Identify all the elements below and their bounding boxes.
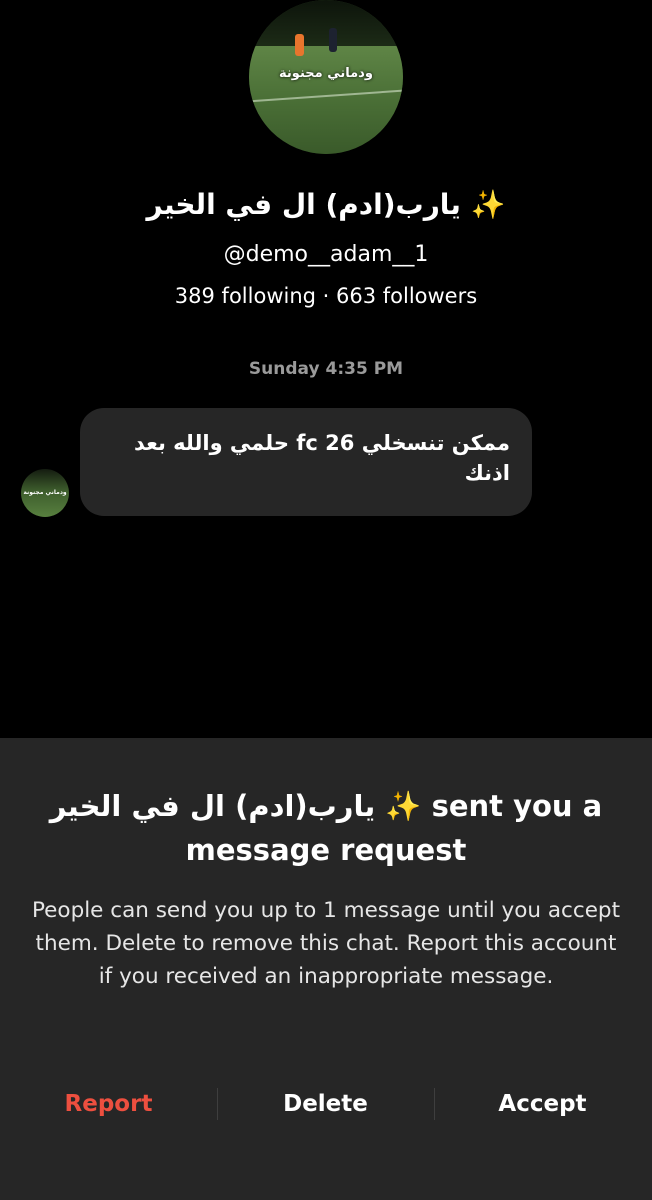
sender-avatar-overlay-text: ودماني مجنونة — [23, 489, 67, 496]
profile-username[interactable]: @demo__adam__1 — [0, 242, 652, 267]
profile-display-name: يارب(ادم) ال في الخير ✨ — [146, 188, 506, 221]
delete-button[interactable]: Delete — [217, 1082, 434, 1126]
sender-avatar[interactable]: ودماني مجنونة — [21, 469, 69, 517]
request-description: People can send you up to 1 message unti… — [31, 898, 621, 989]
message-timestamp: Sunday 4:35 PM — [248, 359, 404, 379]
avatar-player — [329, 28, 337, 52]
report-button[interactable]: Report — [0, 1082, 217, 1126]
accept-button[interactable]: Accept — [434, 1082, 651, 1126]
request-actions: Report Delete Accept — [0, 1082, 652, 1126]
avatar-overlay-text: ودماني مجنونة — [279, 66, 373, 81]
message-request-sheet: يارب(ادم) ال في الخير ✨ sent you a messa… — [0, 738, 652, 1200]
message-bubble[interactable]: ممكن تنسخلي fc 26 حلمي والله بعد اذنك — [80, 408, 532, 516]
profile-follow-stats: 389 following · 663 followers — [174, 284, 478, 308]
message-text: ممكن تنسخلي fc 26 حلمي والله بعد اذنك — [134, 431, 510, 485]
avatar-sky — [249, 0, 403, 50]
profile-avatar[interactable]: ودماني مجنونة — [249, 0, 403, 154]
avatar-player — [295, 34, 304, 56]
request-title: يارب(ادم) ال في الخير ✨ sent you a messa… — [49, 789, 603, 867]
